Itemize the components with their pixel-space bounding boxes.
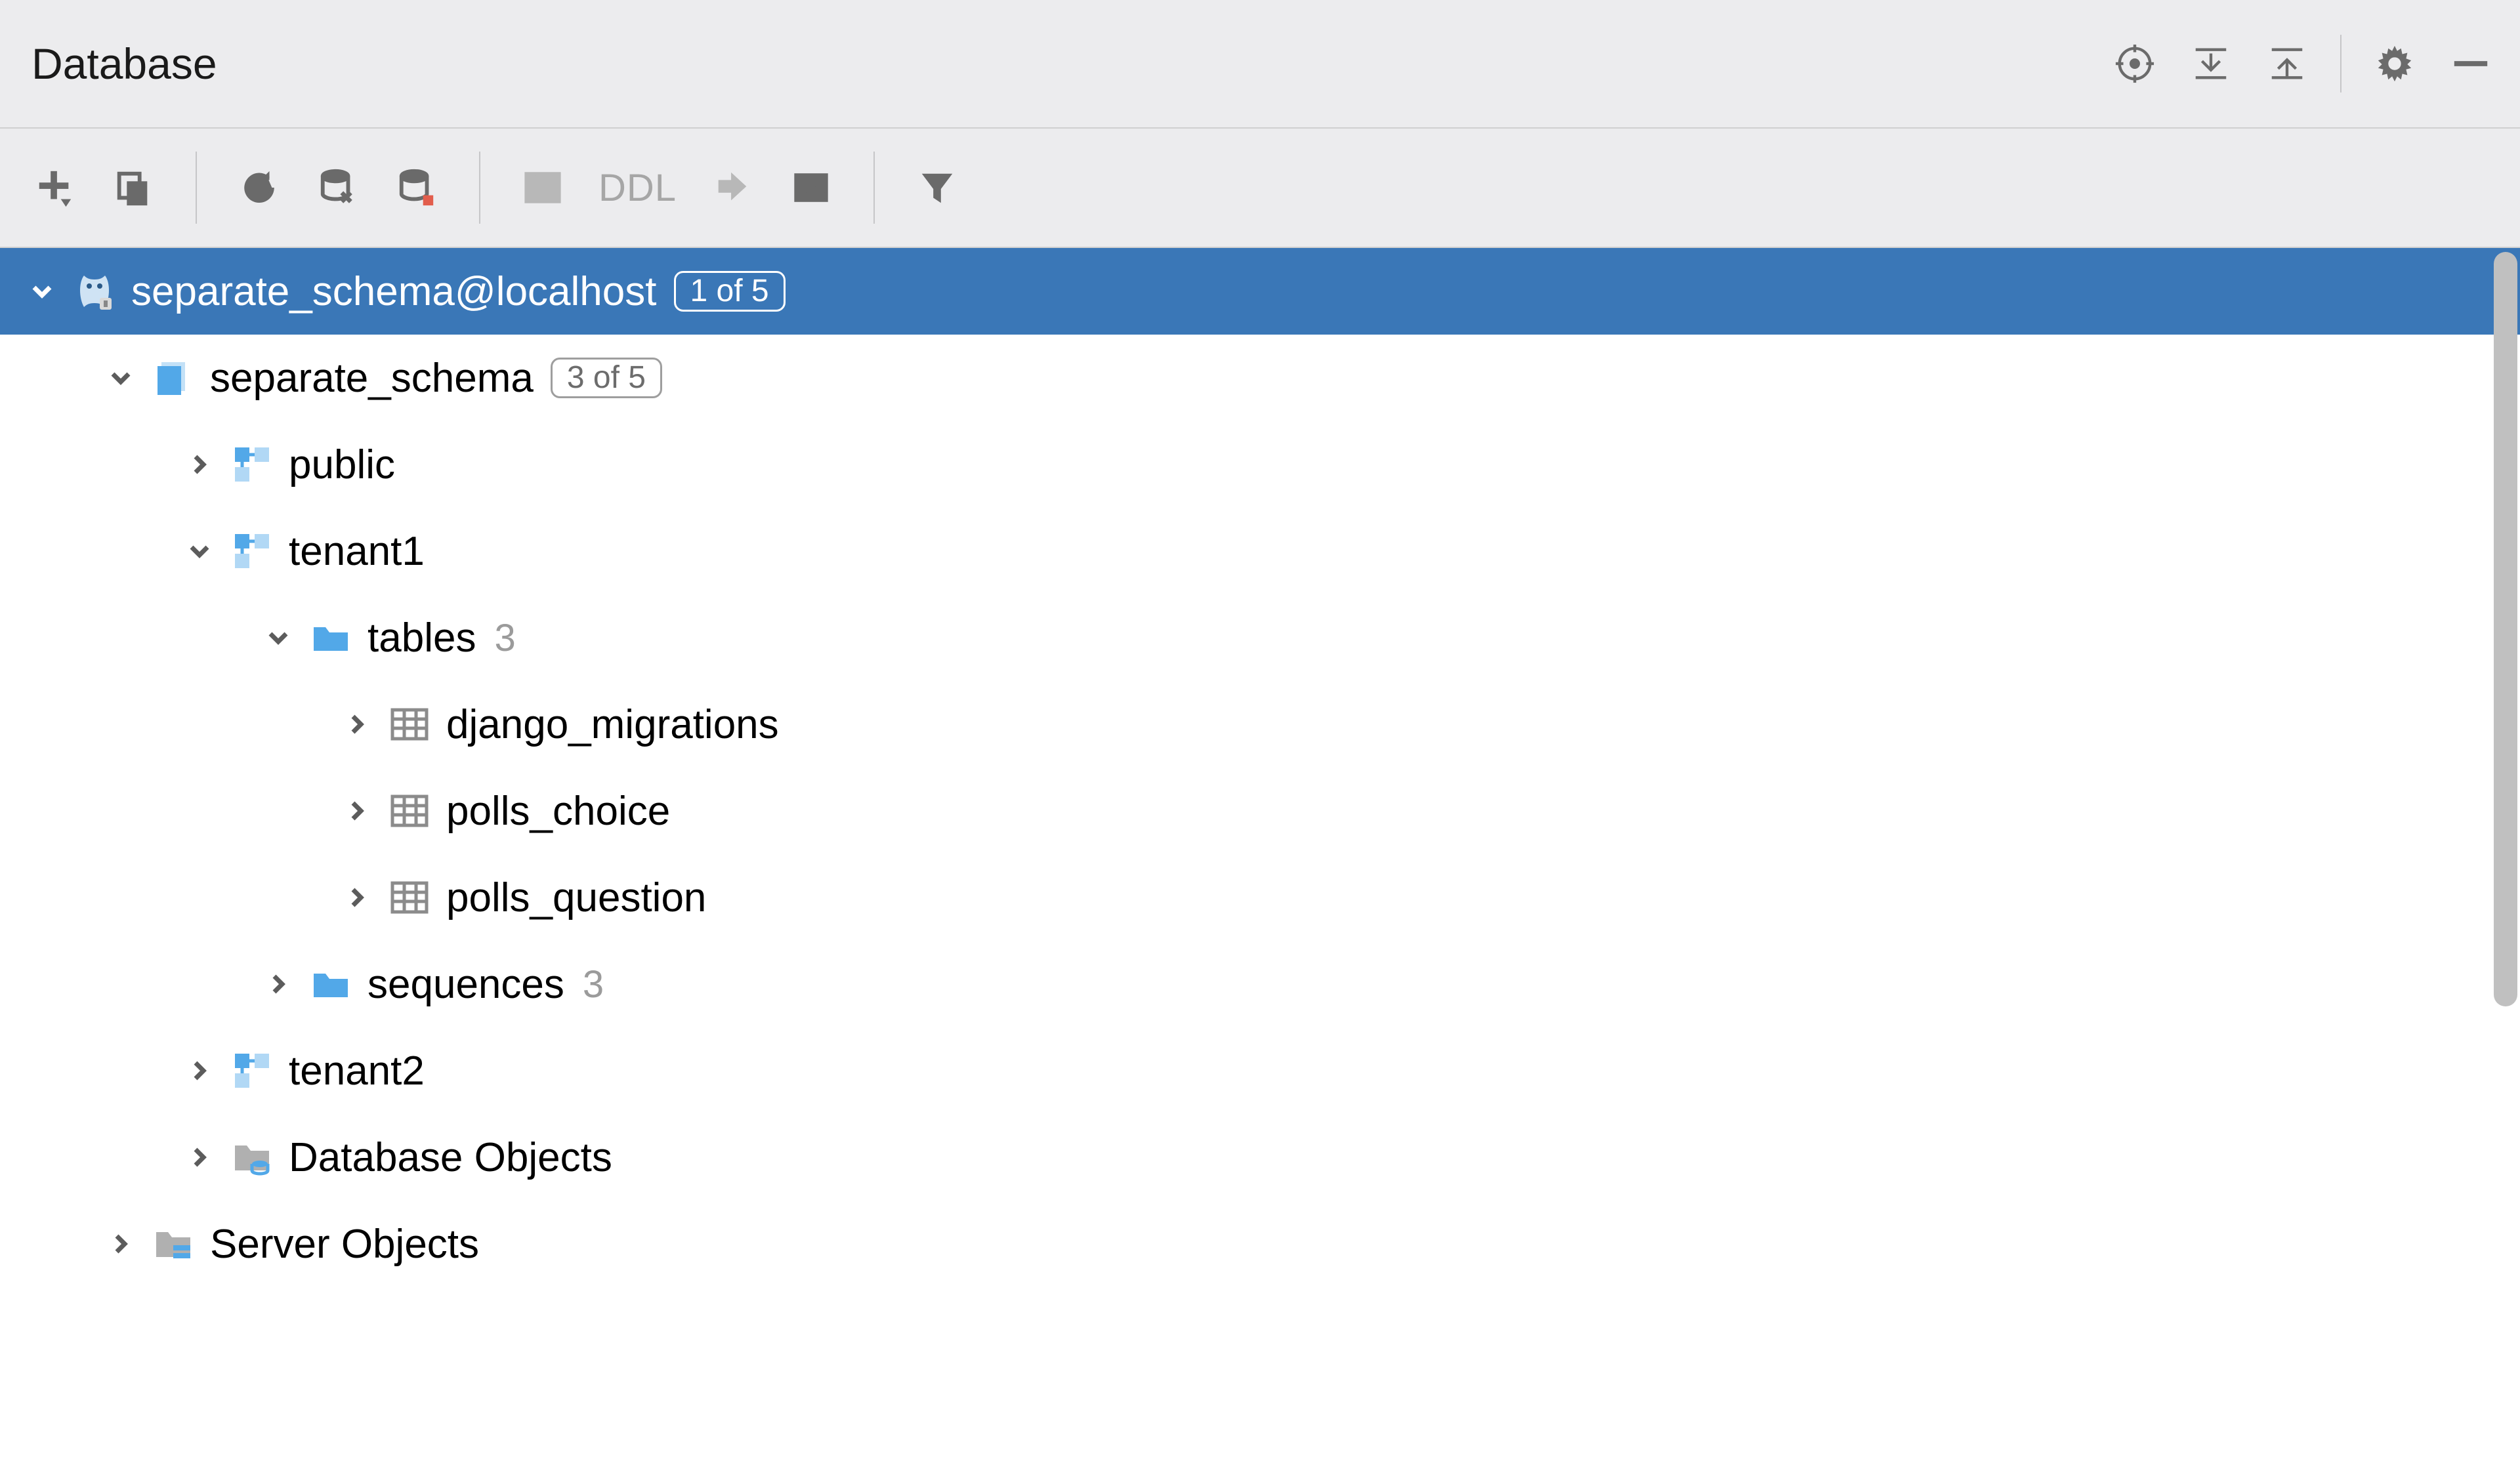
query-console-icon[interactable]: QL: [788, 165, 834, 211]
chevron-down-icon[interactable]: [262, 622, 294, 653]
minimize-icon[interactable]: [2448, 41, 2494, 87]
refresh-icon[interactable]: [236, 165, 282, 211]
panel-title-actions: [2112, 35, 2494, 93]
separator: [479, 152, 480, 224]
svg-text:QL: QL: [803, 180, 826, 198]
chevron-right-icon[interactable]: [184, 1142, 215, 1173]
database-label: separate_schema: [210, 355, 534, 402]
tree-server-objects-row[interactable]: Server Objects: [0, 1201, 2520, 1287]
chevron-down-icon[interactable]: [26, 276, 58, 307]
group-label: tables: [368, 615, 476, 661]
tree-group-row[interactable]: tables 3: [0, 594, 2520, 681]
panel-titlebar: Database: [0, 0, 2520, 129]
schema-icon: [231, 444, 273, 485]
folder-icon: [310, 617, 352, 659]
server-objects-icon: [152, 1223, 194, 1265]
datasource-badge: 1 of 5: [674, 271, 786, 312]
table-label: polls_question: [446, 875, 706, 921]
expand-all-icon[interactable]: [2188, 41, 2234, 87]
database-badge: 3 of 5: [551, 358, 662, 398]
schema-label: tenant1: [289, 528, 425, 575]
chevron-right-icon[interactable]: [341, 882, 373, 913]
panel-title: Database: [32, 39, 217, 89]
target-icon[interactable]: [2112, 41, 2158, 87]
separator: [873, 152, 875, 224]
chevron-right-icon[interactable]: [184, 449, 215, 480]
chevron-down-icon[interactable]: [184, 535, 215, 567]
filter-icon[interactable]: [914, 165, 960, 211]
tree-datasource-row[interactable]: separate_schema@localhost 1 of 5: [0, 248, 2520, 335]
tree-schema-row[interactable]: tenant1: [0, 508, 2520, 594]
tree-schema-row[interactable]: tenant2: [0, 1027, 2520, 1114]
vertical-scrollbar[interactable]: [2494, 252, 2517, 1461]
group-count: 3: [494, 616, 515, 660]
db-objects-icon: [231, 1136, 273, 1178]
chevron-right-icon[interactable]: [341, 795, 373, 827]
table-icon: [388, 790, 430, 832]
database-toolbar: DDL QL: [0, 129, 2520, 248]
group-count: 3: [583, 962, 604, 1006]
collapse-all-icon[interactable]: [2264, 41, 2310, 87]
tree-db-objects-row[interactable]: Database Objects: [0, 1114, 2520, 1201]
gear-icon[interactable]: [2372, 41, 2418, 87]
separator: [2340, 35, 2342, 93]
datasource-properties-icon[interactable]: [315, 165, 361, 211]
table-label: polls_choice: [446, 788, 670, 835]
postgres-icon: [74, 270, 116, 312]
table-icon: [388, 703, 430, 745]
db-objects-label: Database Objects: [289, 1134, 612, 1181]
table-label: django_migrations: [446, 701, 779, 748]
server-objects-label: Server Objects: [210, 1221, 479, 1268]
tree-table-row[interactable]: polls_choice: [0, 768, 2520, 854]
separator: [196, 152, 197, 224]
chevron-right-icon[interactable]: [341, 709, 373, 740]
chevron-right-icon[interactable]: [262, 968, 294, 1000]
tree-group-row[interactable]: sequences 3: [0, 941, 2520, 1027]
database-tree: separate_schema@localhost 1 of 5 separat…: [0, 248, 2520, 1465]
schema-icon: [231, 1050, 273, 1092]
chevron-down-icon[interactable]: [105, 362, 136, 394]
database-icon: [152, 357, 194, 399]
tree-table-row[interactable]: polls_question: [0, 854, 2520, 941]
folder-icon: [310, 963, 352, 1005]
tree-table-row[interactable]: django_migrations: [0, 681, 2520, 768]
navigate-icon[interactable]: [709, 165, 755, 211]
schema-icon: [231, 530, 273, 572]
datasource-label: separate_schema@localhost: [131, 268, 657, 315]
add-icon[interactable]: [32, 165, 77, 211]
schema-label: public: [289, 442, 395, 488]
ddl-button[interactable]: DDL: [598, 166, 677, 210]
schema-label: tenant2: [289, 1048, 425, 1094]
tree-schema-row[interactable]: public: [0, 421, 2520, 508]
table-icon: [388, 877, 430, 918]
chevron-right-icon[interactable]: [105, 1228, 136, 1260]
chevron-right-icon[interactable]: [184, 1055, 215, 1086]
duplicate-icon[interactable]: [110, 165, 156, 211]
datasource-stop-icon[interactable]: [394, 165, 440, 211]
table-view-icon[interactable]: [520, 165, 566, 211]
group-label: sequences: [368, 961, 564, 1008]
tree-database-row[interactable]: separate_schema 3 of 5: [0, 335, 2520, 421]
scrollbar-thumb[interactable]: [2494, 252, 2517, 1006]
